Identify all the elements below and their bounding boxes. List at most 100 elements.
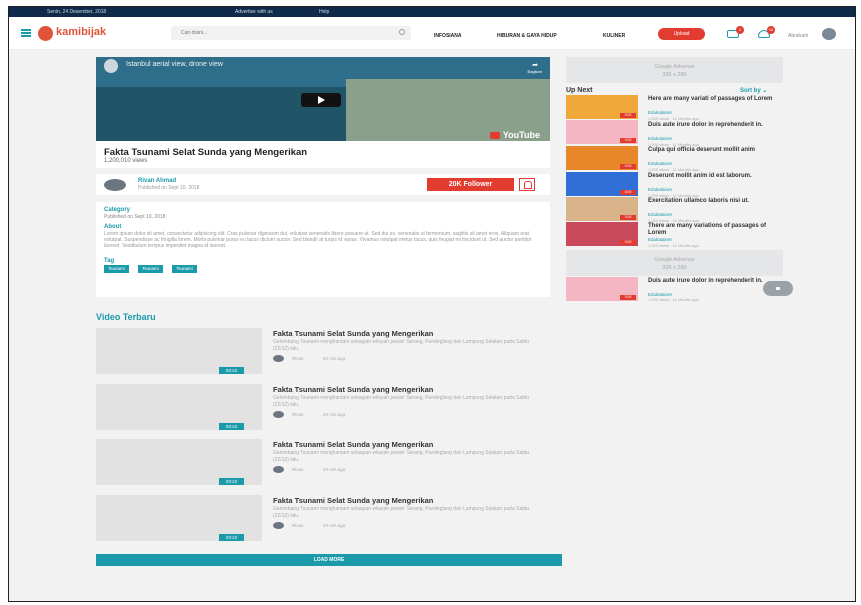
menu-icon[interactable] [21, 29, 31, 37]
search-icon[interactable] [399, 29, 405, 35]
mail-badge: 4 [736, 26, 744, 34]
player-title[interactable]: Istanbul aerial view, drone view [126, 61, 223, 68]
nav-hiburan[interactable]: HIBURAN & GAYA HIDUP [497, 33, 557, 39]
ad-banner-top[interactable]: Google Adsense 336 x 280 [566, 57, 783, 83]
username[interactable]: Abraham [788, 33, 808, 39]
latest-video-title[interactable]: Fakta Tsunami Selat Sunda yang Mengerika… [273, 385, 433, 394]
subscribe-bell-button[interactable] [519, 178, 535, 191]
date-text: Senin, 24 Desember, 2018 [47, 9, 107, 15]
ad-title: Google Adsense [654, 64, 695, 70]
side-video-meta: 1,200 views · 11 Months ago [648, 167, 699, 172]
ad-size: 336 x 280 [662, 265, 687, 271]
latest-video-author[interactable]: Rivan [292, 412, 304, 417]
side-video-thumbnail[interactable]: 3:00 [566, 146, 638, 170]
side-video-category[interactable]: Edukatainet [648, 110, 672, 115]
side-video-thumbnail[interactable]: 3:00 [566, 95, 638, 119]
logo-text[interactable]: kamibijak [56, 26, 106, 38]
latest-video-title[interactable]: Fakta Tsunami Selat Sunda yang Mengerika… [273, 440, 433, 449]
user-avatar[interactable] [822, 28, 836, 40]
tag-chip[interactable]: Tsunami [104, 265, 129, 273]
side-video-title[interactable]: Duis aute irure dolor in reprehenderit i… [648, 122, 778, 129]
bell-icon[interactable]: 16 [758, 26, 775, 38]
upload-button[interactable]: Upload [658, 28, 705, 40]
author-name[interactable]: Rivan Ahmad [138, 178, 176, 184]
latest-video-author[interactable]: Rivan [292, 356, 304, 361]
side-video-title[interactable]: There are many variations of passages of… [648, 223, 778, 236]
side-video-title[interactable]: Here are many variati of passages of Lor… [648, 96, 778, 103]
details-card: Category Published on Sept 10, 2018 Abou… [96, 202, 550, 297]
latest-video-thumbnail[interactable]: 03:22 [96, 384, 262, 430]
site-header: kamibijak INFOSIANA HIBURAN & GAYA HIDUP… [9, 17, 855, 50]
follow-button[interactable]: 20K Follower [427, 178, 514, 191]
latest-video-author-avatar[interactable] [273, 411, 284, 418]
latest-video-desc: Gelombang Tsunami menghantam sebagian wi… [273, 339, 530, 352]
mail-icon[interactable]: 4 [727, 26, 744, 38]
side-video-thumbnail[interactable]: 3:00 [566, 222, 638, 246]
side-video-thumbnail[interactable]: 3:00 [566, 172, 638, 196]
side-video-category[interactable]: Edukatainet [648, 187, 672, 192]
nav-kuliner[interactable]: KULINER [603, 33, 625, 39]
latest-video-time: 20 min ago [323, 467, 346, 472]
latest-video-author-avatar[interactable] [273, 355, 284, 362]
author-published: Published on Sept 10, 2018 [138, 185, 200, 191]
side-duration-badge: 3:00 [620, 215, 636, 220]
side-duration-badge: 3:00 [620, 164, 636, 169]
latest-video-author-avatar[interactable] [273, 466, 284, 473]
sort-by-dropdown[interactable]: Sort by ⌄ [740, 87, 767, 94]
latest-video-time: 60 min ago [323, 356, 346, 361]
load-more-button[interactable]: LOAD MORE [96, 554, 562, 566]
logo-icon[interactable] [38, 26, 53, 41]
latest-video-thumbnail[interactable]: 03:22 [96, 328, 262, 374]
play-button[interactable] [301, 93, 341, 107]
side-duration-badge: 3:00 [620, 113, 636, 118]
latest-video-thumbnail[interactable]: 03:22 [96, 439, 262, 485]
share-label[interactable]: Bagikan [528, 69, 542, 74]
tag-chip[interactable]: Tsunami [172, 265, 197, 273]
tag-chip[interactable]: Tsunami [138, 265, 163, 273]
search-box[interactable] [171, 26, 411, 40]
latest-video-title[interactable]: Fakta Tsunami Selat Sunda yang Mengerika… [273, 329, 433, 338]
nav-infosiana[interactable]: INFOSIANA [434, 33, 462, 39]
chevron-down-icon: ⌄ [762, 88, 768, 94]
video-title: Fakta Tsunami Selat Sunda yang Mengerika… [104, 147, 308, 158]
author-avatar[interactable] [104, 179, 126, 191]
latest-video-time: 20 min ago [323, 523, 346, 528]
duration-badge: 03:22 [219, 478, 244, 485]
side-video-title[interactable]: Exercitation ullamco laboris nisi ut. [648, 198, 778, 205]
side-video-thumbnail[interactable]: 3:00 [566, 197, 638, 221]
scroll-top-button[interactable] [763, 281, 793, 296]
category-label: Category [104, 207, 131, 213]
side-video-category[interactable]: Edukatainet [648, 237, 672, 242]
latest-video-thumbnail[interactable]: 03:22 [96, 495, 262, 541]
ad-banner-middle[interactable]: Google Adsense 336 x 280 [566, 250, 783, 276]
latest-video-author-avatar[interactable] [273, 522, 284, 529]
latest-video-author[interactable]: Rivan [292, 523, 304, 528]
side-video-thumbnail[interactable]: 3:00 [566, 277, 638, 301]
side-video-category[interactable]: Edukatainet [648, 212, 672, 217]
side-video-category[interactable]: Edukatainet [648, 136, 672, 141]
side-video-title[interactable]: Culpa qui officia deserunt mollit anim [648, 147, 778, 154]
help-link[interactable]: Help [319, 9, 329, 15]
latest-video-title[interactable]: Fakta Tsunami Selat Sunda yang Mengerika… [273, 496, 433, 505]
share-icon[interactable]: ➦ [532, 61, 538, 69]
side-video-title[interactable]: Deserunt mollit anim id est laborum. [648, 173, 778, 180]
ad-size: 336 x 280 [662, 72, 687, 78]
author-card: Rivan Ahmad Published on Sept 10, 2018 2… [96, 174, 550, 195]
latest-video-desc: Gelombang Tsunami menghantam sebagian wi… [273, 395, 530, 408]
advertise-link[interactable]: Advertise with us [235, 9, 273, 15]
side-video-meta: 1,200 views · 11 Months ago [648, 297, 699, 302]
side-video-thumbnail[interactable]: 3:00 [566, 120, 638, 144]
top-bar: Senin, 24 Desember, 2018 Advertise with … [9, 7, 855, 17]
video-player[interactable]: Istanbul aerial view, drone view ➦ Bagik… [96, 57, 550, 141]
latest-video-author[interactable]: Rivan [292, 467, 304, 472]
channel-avatar[interactable] [104, 59, 118, 73]
sort-by-label: Sort by [740, 88, 761, 94]
side-video-title[interactable]: Duis aute irure dolor in reprehenderit i… [648, 278, 778, 285]
latest-video-desc: Gelombang Tsunami menghantam sebagian wi… [273, 506, 530, 519]
side-duration-badge: 3:00 [620, 240, 636, 245]
duration-badge: 03:22 [219, 423, 244, 430]
youtube-logo[interactable]: YouTube [490, 130, 540, 140]
video-views: 1,200,010 views [104, 158, 148, 164]
search-input[interactable] [181, 28, 381, 38]
side-video-category[interactable]: Edukatainet [648, 161, 672, 166]
